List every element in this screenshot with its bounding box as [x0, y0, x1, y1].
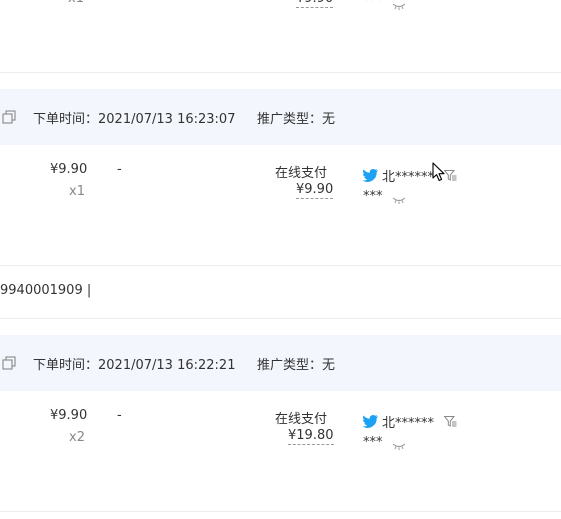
- buyer-sub-text: ***: [363, 189, 383, 204]
- discount-text: -: [117, 408, 122, 423]
- buyer-sub-text: ***: [363, 435, 383, 450]
- bird-icon: [362, 415, 378, 428]
- discount-text: -: [117, 162, 122, 177]
- eye-closed-icon[interactable]: [392, 2, 406, 10]
- qty-text: x1: [68, 0, 84, 6]
- buyer-name: 北******: [382, 170, 435, 185]
- pay-method: 在线支付: [275, 166, 328, 181]
- pay-amount: ¥19.80: [288, 428, 334, 445]
- copy-icon[interactable]: [2, 110, 16, 124]
- mouse-cursor-icon: [432, 162, 445, 182]
- pay-amount: ¥9.90: [296, 182, 334, 199]
- divider: [0, 318, 561, 319]
- unit-price: ¥9.90: [50, 162, 88, 177]
- order-time: 下单时间：2021/07/13 16:23:07: [33, 112, 236, 127]
- order-id-fragment: 9940001909 |: [0, 283, 92, 298]
- pay-amount: ¥9.90: [296, 0, 334, 8]
- divider: [0, 265, 561, 266]
- filter-icon[interactable]: [444, 416, 457, 427]
- copy-icon[interactable]: [2, 356, 16, 370]
- eye-closed-icon[interactable]: [392, 442, 406, 450]
- order-time: 下单时间：2021/07/13 16:22:21: [33, 358, 236, 373]
- divider: [0, 72, 561, 73]
- qty-text: x2: [69, 430, 85, 445]
- qty-text: x1: [69, 184, 85, 199]
- bird-icon: [362, 169, 378, 182]
- unit-price: ¥9.90: [50, 408, 88, 423]
- eye-closed-icon[interactable]: [392, 196, 406, 204]
- buyer-name: 北******: [382, 416, 435, 431]
- pay-method: 在线支付: [275, 412, 328, 427]
- divider: [0, 511, 561, 512]
- promo-type: 推广类型：无: [257, 358, 336, 373]
- buyer-sub-text: ***: [363, 0, 383, 8]
- promo-type: 推广类型：无: [257, 112, 336, 127]
